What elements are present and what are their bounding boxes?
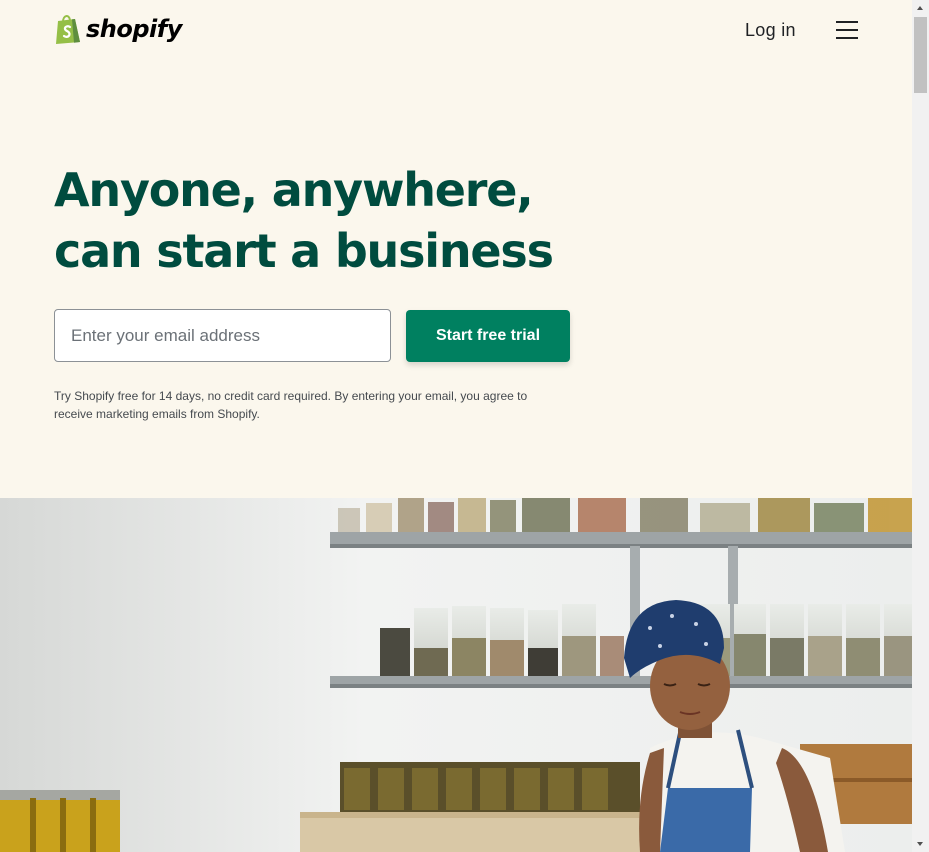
scroll-up-arrow-icon[interactable] (912, 0, 929, 17)
page: shopify Log in Anyone, anywhere, can sta… (0, 0, 912, 852)
hero-photo (0, 498, 912, 852)
email-input[interactable] (54, 309, 391, 362)
hamburger-menu-icon[interactable] (836, 20, 858, 39)
vertical-scrollbar[interactable] (912, 0, 929, 852)
start-free-trial-button[interactable]: Start free trial (406, 310, 570, 362)
hero-headline: Anyone, anywhere, can start a business (54, 163, 554, 278)
shopify-logo[interactable]: shopify (54, 13, 182, 45)
login-link[interactable]: Log in (745, 20, 796, 41)
trial-disclaimer: Try Shopify free for 14 days, no credit … (54, 389, 528, 421)
scroll-down-arrow-icon[interactable] (912, 835, 929, 852)
site-header: shopify Log in (0, 0, 912, 62)
logo-wordmark: shopify (86, 15, 182, 43)
scrollbar-thumb[interactable] (914, 17, 927, 93)
shopping-bag-icon (56, 15, 80, 44)
